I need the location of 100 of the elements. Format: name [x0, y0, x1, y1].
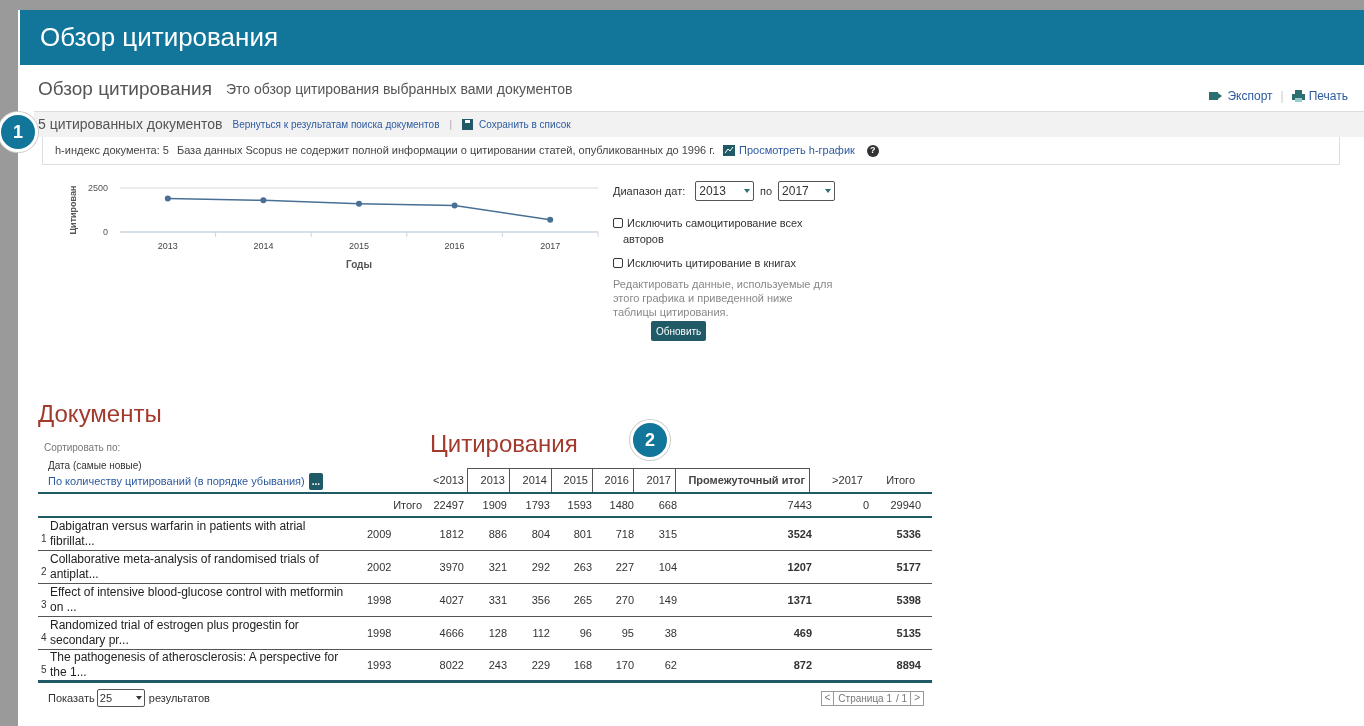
next-page-button[interactable]: > — [910, 691, 923, 705]
table-cell-text: 3970 — [438, 559, 465, 575]
sort-option[interactable]: По количеству цитирований (в порядке убывания) — [48, 473, 305, 490]
document-title-link[interactable]: Dabigatran versus warfarin in patients with atrial fibrillat... — [50, 519, 350, 549]
table-cell-text: 1793 — [524, 497, 551, 513]
checkbox[interactable] — [613, 258, 623, 268]
x-tick-label: 2017 — [540, 241, 561, 251]
table-cell-text: 5135 — [895, 625, 922, 641]
dropdown[interactable]: 2013 — [695, 181, 754, 201]
table-cell-text: 62 — [663, 657, 678, 673]
show-label: Показать — [48, 690, 95, 706]
page-title: Обзор цитирования — [40, 21, 279, 54]
table-cell-text: 8022 — [438, 657, 465, 673]
print-link[interactable]: Печать — [1291, 87, 1348, 105]
table-cell-text: 227 — [614, 559, 635, 575]
data-point — [356, 200, 362, 207]
citations-heading: Цитирования — [430, 430, 578, 458]
x-tick-label: 2015 — [349, 241, 369, 251]
previous-page-button[interactable]: < — [821, 691, 835, 705]
table-cell-text: 886 — [487, 526, 508, 542]
row-number: 2 — [40, 564, 48, 579]
back-link[interactable]: Вернуться к результатам поиска документов — [232, 117, 440, 132]
update-button[interactable]: Обновить — [651, 321, 707, 341]
printer-icon — [1291, 90, 1305, 102]
document-title-link[interactable]: Collaborative meta-analysis of randomised trials of antiplat... — [50, 552, 350, 582]
page-label: Страница 1 — [837, 691, 894, 706]
x-tick-label: 2016 — [444, 241, 465, 251]
table-cell-text: 96 — [578, 625, 593, 641]
table-cell-text: 5398 — [895, 592, 922, 608]
table-cell-text: 170 — [614, 657, 635, 673]
table-cell-text: 718 — [614, 526, 635, 542]
annotation-badge: 2 — [630, 420, 670, 460]
table-cell-text: 22497 — [432, 497, 465, 513]
table-cell-text: 4666 — [438, 625, 465, 641]
edit-data-hint: Редактировать данные, используемые для этого графика и приведенной ниже таблицы цитирования. — [613, 277, 834, 319]
data-point — [260, 197, 267, 204]
table-cell-text: 1909 — [481, 497, 508, 513]
column-header: Итого — [885, 472, 916, 488]
sort-option[interactable]: Дата (самые новые) — [48, 458, 142, 473]
table-cell-text: 804 — [530, 526, 551, 542]
page-total: / 1 — [896, 691, 909, 706]
table-cell-text: 243 — [487, 657, 508, 673]
table-cell-text: 168 — [572, 657, 593, 673]
table-cell-text: 1593 — [566, 497, 593, 513]
year-cell-text: 1998 — [367, 592, 392, 608]
x-tick-label: 2013 — [157, 241, 178, 251]
section-title: Обзор цитирования — [38, 76, 212, 101]
document-title-link[interactable]: Effect of intensive blood-glucose control with metformin on ... — [50, 585, 350, 615]
h-graph-link[interactable]: Просмотреть h-график — [723, 142, 855, 159]
page-size-dropdown[interactable]: 25 — [96, 689, 145, 707]
table-cell-text: 263 — [572, 559, 593, 575]
table-cell-text: 112 — [531, 625, 551, 641]
sort-label: Сортировать по: — [44, 441, 122, 455]
table-cell-text: 1371 — [786, 592, 813, 608]
h-index-text: h-индекс документа: 5 — [55, 143, 169, 159]
table-cell-text: 0 — [861, 497, 870, 513]
data-point — [164, 195, 171, 202]
table-cell-text: 668 — [657, 497, 678, 513]
to-label: по — [759, 183, 773, 199]
x-tick-label: 2014 — [253, 241, 274, 251]
checkbox-label: Исключить самоцитирование всех авторов — [623, 216, 804, 247]
table-cell-text: 801 — [572, 526, 593, 542]
table-cell-text: 128 — [487, 625, 508, 641]
results-label: результатов — [148, 690, 210, 706]
dropdown[interactable]: 2017 — [778, 181, 835, 201]
table-cell-text: 469 — [792, 625, 813, 641]
annotation-badge: 1 — [0, 112, 38, 152]
row-number: 1 — [40, 531, 48, 546]
checkbox-label: Исключить цитирование в книгах — [626, 256, 796, 271]
y-axis-title: Цитирован — [68, 185, 78, 235]
table-cell-text: 356 — [530, 592, 551, 608]
x-axis-title: Годы — [346, 259, 372, 270]
document-title-link[interactable]: The pathogenesis of atherosclerosis: A perspective for the 1... — [50, 650, 350, 680]
table-cell-text: 7443 — [786, 497, 813, 513]
total-label: Итого — [393, 497, 422, 513]
year-cell-text: 1993 — [367, 657, 392, 673]
checkbox[interactable] — [613, 218, 623, 228]
table-cell-text: 229 — [530, 657, 551, 673]
table-cell-text: 1480 — [608, 497, 635, 513]
table-cell-text: 149 — [657, 592, 678, 608]
data-point — [547, 216, 554, 223]
export-link[interactable]: Экспорт — [1209, 87, 1273, 105]
row-number: 3 — [40, 597, 48, 612]
caret-icon — [135, 696, 142, 700]
year-cell-text: 1998 — [367, 625, 392, 641]
document-title-link[interactable]: Randomized trial of estrogen plus progestin for secondary pr... — [50, 618, 350, 648]
table-cell-text: 331 — [487, 592, 508, 608]
separator: | — [449, 118, 453, 132]
document-count: 5 цитированных документов — [38, 115, 223, 134]
more-button[interactable]: ... — [308, 473, 324, 490]
separator: | — [1280, 88, 1284, 105]
table-cell-text: 95 — [620, 625, 635, 641]
help-icon[interactable]: ? — [866, 144, 879, 157]
table-cell-text: 315 — [657, 526, 678, 542]
scopus-note: База данных Scopus не содержит полной информации о цитировании статей, опубликованных до 1996 г. — [176, 143, 715, 159]
save-link[interactable]: Сохранить в список — [462, 117, 571, 132]
table-cell-text: 872 — [792, 657, 813, 673]
table-cell-text: 8894 — [895, 657, 922, 673]
chart-icon — [723, 145, 735, 156]
caret-icon — [825, 189, 831, 193]
